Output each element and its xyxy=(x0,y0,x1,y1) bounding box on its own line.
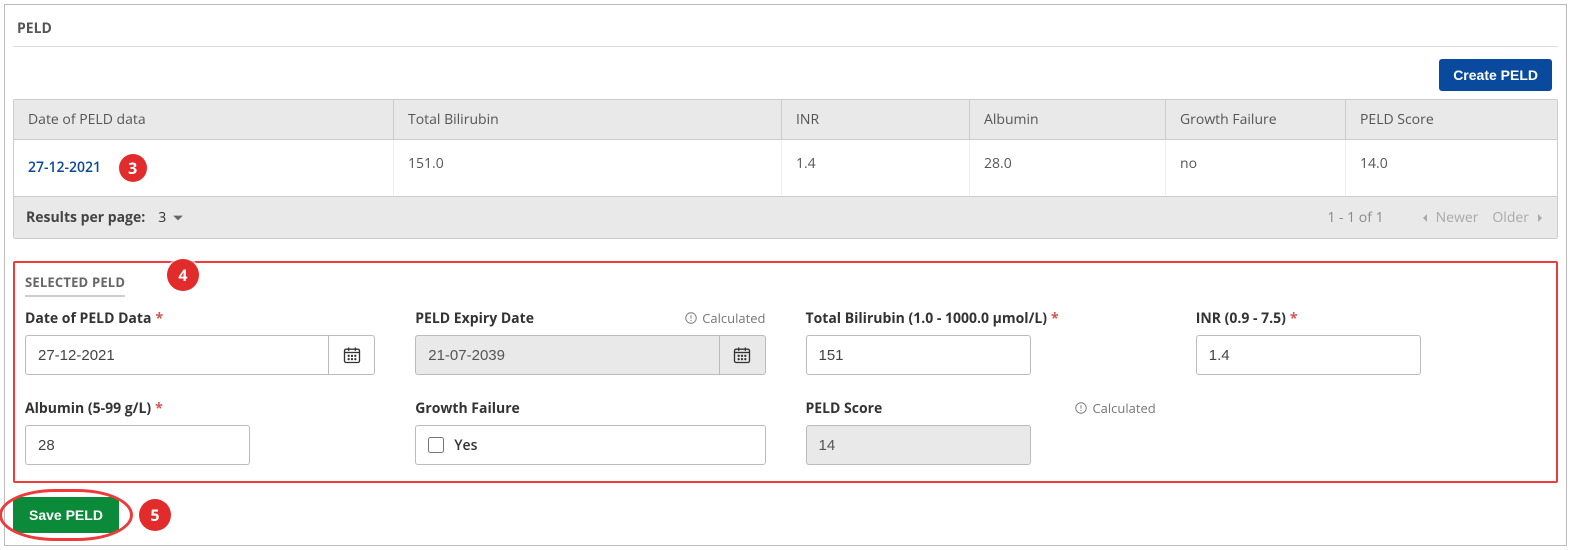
label-inr: INR (0.9 - 7.5)* xyxy=(1196,309,1298,328)
input-date-of-peld-data[interactable] xyxy=(25,335,329,375)
peld-date-link[interactable]: 27-12-2021 xyxy=(28,158,101,177)
calendar-icon xyxy=(342,345,362,365)
info-icon xyxy=(684,311,698,325)
peld-table: Date of PELD data Total Bilirubin INR Al… xyxy=(13,99,1558,239)
col-header-albumin: Albumin xyxy=(970,100,1166,140)
peld-toolbar: Create PELD xyxy=(13,53,1558,99)
peld-expiry-date-calendar-button[interactable] xyxy=(720,335,766,375)
label-peld-expiry-date: PELD Expiry Date xyxy=(415,309,534,328)
results-per-page-label: Results per page: xyxy=(26,208,145,227)
checkbox-growth-failure-label: Yes xyxy=(454,436,477,455)
input-inr[interactable] xyxy=(1196,335,1421,375)
col-header-date: Date of PELD data xyxy=(14,100,394,140)
field-empty-spacer xyxy=(1196,397,1546,465)
label-growth-failure: Growth Failure xyxy=(415,399,520,418)
field-peld-expiry-date: PELD Expiry Date Calculated xyxy=(415,307,765,375)
col-header-growth-failure: Growth Failure xyxy=(1166,100,1346,140)
pager-newer-button[interactable]: Newer xyxy=(1420,208,1479,227)
peld-panel: PELD Create PELD Date of PELD data Total… xyxy=(4,4,1567,546)
field-date-of-peld-data: Date of PELD Data* xyxy=(25,307,375,375)
pagination-range: 1 - 1 of 1 xyxy=(1327,208,1383,227)
input-peld-expiry-date xyxy=(415,335,719,375)
chevron-down-icon xyxy=(172,212,184,224)
input-albumin[interactable] xyxy=(25,425,250,465)
results-per-page-value: 3 xyxy=(158,208,166,227)
table-row: 27-12-2021 3 151.0 1.4 28.0 no 14.0 xyxy=(14,140,1557,196)
cell-date: 27-12-2021 3 xyxy=(14,140,394,196)
input-peld-score xyxy=(806,425,1031,465)
pager-newer-label: Newer xyxy=(1436,208,1479,227)
peld-section-title: PELD xyxy=(13,13,1558,47)
expiry-calculated-tag: Calculated xyxy=(684,309,765,327)
col-header-inr: INR xyxy=(782,100,970,140)
field-peld-score: PELD Score Calculated xyxy=(806,397,1156,465)
field-inr: INR (0.9 - 7.5)* xyxy=(1196,307,1546,375)
chevron-left-icon xyxy=(1420,213,1430,223)
input-total-bilirubin[interactable] xyxy=(806,335,1031,375)
table-footer: Results per page: 3 1 - 1 of 1 Newer Old… xyxy=(14,196,1557,238)
cell-inr: 1.4 xyxy=(782,140,970,196)
table-header-row: Date of PELD data Total Bilirubin INR Al… xyxy=(14,100,1557,140)
cell-bilirubin: 151.0 xyxy=(394,140,782,196)
field-total-bilirubin: Total Bilirubin (1.0 - 1000.0 µmol/L)* xyxy=(806,307,1156,375)
callout-4: 4 xyxy=(167,259,199,291)
pager-older-button[interactable]: Older xyxy=(1492,208,1545,227)
pager-older-label: Older xyxy=(1492,208,1529,227)
score-calculated-tag: Calculated xyxy=(1074,399,1155,417)
growth-failure-checkbox-wrap: Yes xyxy=(415,425,765,465)
callout-5: 5 xyxy=(139,499,171,531)
col-header-bilirubin: Total Bilirubin xyxy=(394,100,782,140)
cell-albumin: 28.0 xyxy=(970,140,1166,196)
save-button-highlight: Save PELD xyxy=(13,497,119,533)
cell-growth-failure: no xyxy=(1166,140,1346,196)
info-icon xyxy=(1074,401,1088,415)
selected-peld-title: SELECTED PELD xyxy=(25,273,125,297)
chevron-right-icon xyxy=(1535,213,1545,223)
calendar-icon xyxy=(732,345,752,365)
col-header-score: PELD Score xyxy=(1346,100,1557,140)
label-albumin: Albumin (5-99 g/L)* xyxy=(25,399,163,418)
create-peld-button[interactable]: Create PELD xyxy=(1439,59,1552,91)
save-bar: Save PELD 5 xyxy=(13,497,1558,533)
cell-score: 14.0 xyxy=(1346,140,1557,196)
checkbox-growth-failure[interactable] xyxy=(428,437,444,453)
selected-peld-section: 4 SELECTED PELD Date of PELD Data* xyxy=(13,261,1558,483)
date-of-peld-data-calendar-button[interactable] xyxy=(329,335,375,375)
field-albumin: Albumin (5-99 g/L)* xyxy=(25,397,375,465)
results-per-page-select[interactable]: 3 xyxy=(153,205,189,230)
save-peld-button[interactable]: Save PELD xyxy=(13,497,119,533)
callout-3: 3 xyxy=(119,154,147,182)
label-peld-score: PELD Score xyxy=(806,399,883,418)
field-growth-failure: Growth Failure Yes xyxy=(415,397,765,465)
selected-peld-form: Date of PELD Data* PELD Expiry Date Calc… xyxy=(25,307,1546,465)
label-total-bilirubin: Total Bilirubin (1.0 - 1000.0 µmol/L)* xyxy=(806,309,1059,328)
label-date-of-peld-data: Date of PELD Data* xyxy=(25,309,163,328)
